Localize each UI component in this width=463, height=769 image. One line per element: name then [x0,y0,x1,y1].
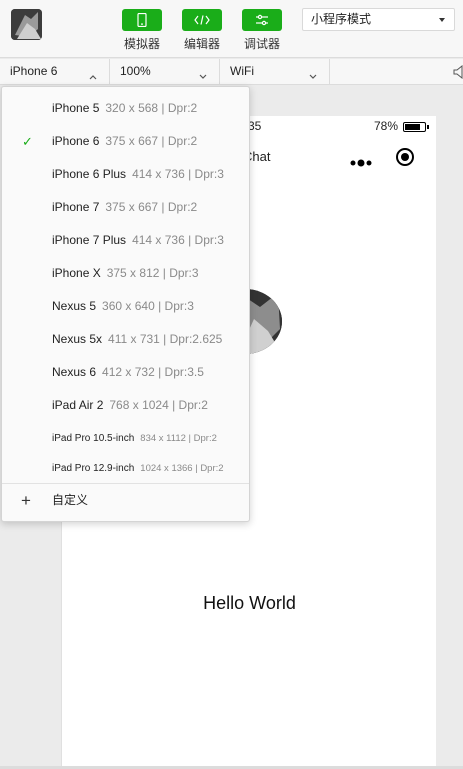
device-option-name: iPhone 7 Plus [52,233,127,247]
device-option[interactable]: iPhone 7 Plus 414 x 736 | Dpr:3 [2,224,249,257]
debugger-label: 调试器 [243,37,280,51]
custom-device-option[interactable]: + 自定义 [2,484,249,517]
device-option-name: iPhone X [52,266,101,280]
mode-select[interactable]: 小程序模式 [302,8,455,31]
device-option-name: iPhone 6 [52,134,100,148]
plus-icon: + [21,491,31,510]
battery-icon [403,122,429,132]
simulator-bar: iPhone 6 100% WiFi [0,59,463,85]
status-time: 35 [248,119,262,133]
device-option-spec: 834 x 1112 | Dpr:2 [140,433,217,444]
speaker-icon[interactable] [453,64,463,80]
zoom-select-value: 100% [120,64,151,78]
device-option-spec: 320 x 568 | Dpr:2 [105,101,198,115]
device-option[interactable]: iPad Pro 12.9-inch 1024 x 1366 | Dpr:2 [2,452,249,485]
project-avatar[interactable] [11,9,42,40]
device-option-name: Nexus 5 [52,299,97,313]
device-option-name: iPhone 7 [52,200,100,214]
editor-button[interactable]: 编辑器 [182,9,222,52]
device-option[interactable]: iPad Air 2 768 x 1024 | Dpr:2 [2,389,249,422]
device-select-value: iPhone 6 [10,64,58,78]
top-toolbar: 模拟器 编辑器 调试器 小程序模式 [0,0,463,58]
device-option-spec: 414 x 736 | Dpr:3 [132,167,224,181]
device-option[interactable]: iPhone X 375 x 812 | Dpr:3 [2,257,249,290]
mode-select-value: 小程序模式 [311,12,372,26]
debug-icon [242,9,282,31]
device-option[interactable]: iPad Pro 10.5-inch 834 x 1112 | Dpr:2 [2,422,249,455]
device-option[interactable]: Nexus 5x 411 x 731 | Dpr:2.625 [2,323,249,356]
simulator-label: 模拟器 [123,37,160,51]
checkmark-icon: ✓ [22,134,33,149]
more-icon[interactable] [350,154,372,167]
device-option-name: Nexus 5x [52,332,103,346]
device-option[interactable]: iPhone 5 320 x 568 | Dpr:2 [2,92,249,125]
device-option-spec: 375 x 812 | Dpr:3 [106,266,199,280]
code-icon [182,9,222,31]
phone-icon [122,9,162,31]
device-option-spec: 414 x 736 | Dpr:3 [132,233,224,247]
device-option-spec: 360 x 640 | Dpr:3 [102,299,194,313]
close-miniprogram-icon[interactable] [396,148,414,166]
debugger-button[interactable]: 调试器 [242,9,282,52]
device-select[interactable]: iPhone 6 [0,59,110,85]
device-option-name: iPad Pro 12.9-inch [52,463,135,474]
custom-device-label: 自定义 [52,493,89,507]
network-select-value: WiFi [230,64,254,78]
device-option-spec: 768 x 1024 | Dpr:2 [109,398,208,412]
device-option-spec: 1024 x 1366 | Dpr:2 [140,463,224,474]
device-option-name: iPad Air 2 [52,398,104,412]
device-option-spec: 412 x 732 | Dpr:3.5 [102,365,204,379]
device-option[interactable]: Nexus 5 360 x 640 | Dpr:3 [2,290,249,323]
editor-label: 编辑器 [183,37,220,51]
device-option-name: iPad Pro 10.5-inch [52,433,135,444]
device-option-name: iPhone 5 [52,101,100,115]
device-option-spec: 375 x 667 | Dpr:2 [105,134,198,148]
battery-level [405,124,420,130]
device-option-spec: 375 x 667 | Dpr:2 [105,200,198,214]
chevron-down-icon [309,65,317,90]
device-option-spec: 411 x 731 | Dpr:2.625 [108,332,223,346]
caret-down-icon [439,18,445,22]
zoom-select[interactable]: 100% [110,59,220,85]
device-dropdown-menu: iPhone 5 320 x 568 | Dpr:2 ✓ iPhone 6 375 … [1,86,250,522]
simulator-button[interactable]: 模拟器 [122,9,162,52]
device-option-selected[interactable]: ✓ iPhone 6 375 x 667 | Dpr:2 [2,125,249,158]
device-option-name: iPhone 6 Plus [52,167,127,181]
battery-percent: 78% [374,119,399,133]
device-option-name: Nexus 6 [52,365,97,379]
hello-world-text: Hello World [203,593,296,613]
device-option[interactable]: iPhone 7 375 x 667 | Dpr:2 [2,191,249,224]
network-select[interactable]: WiFi [220,59,330,85]
device-option[interactable]: Nexus 6 412 x 732 | Dpr:3.5 [2,356,249,389]
device-option[interactable]: iPhone 6 Plus 414 x 736 | Dpr:3 [2,158,249,191]
